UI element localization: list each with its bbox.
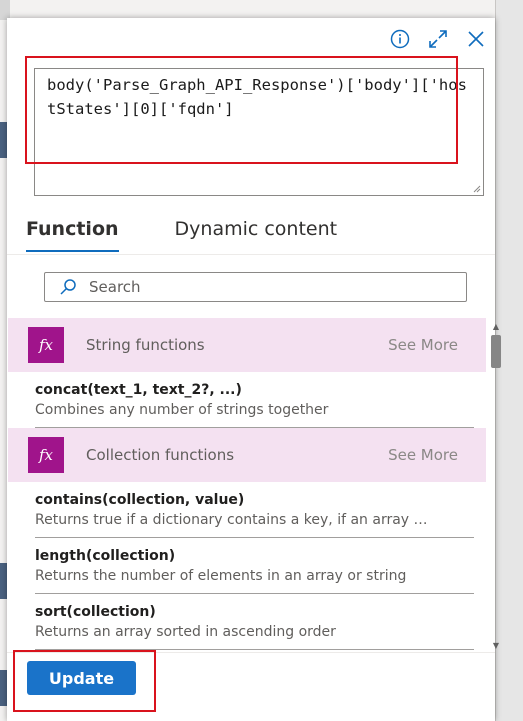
- function-name: contains(collection, value): [35, 492, 245, 508]
- update-button[interactable]: Update: [27, 661, 136, 695]
- expression-editor-popup: body('Parse_Graph_API_Response')['body']…: [7, 18, 501, 721]
- category-string-functions[interactable]: fx String functions See More: [8, 318, 486, 372]
- fx-icon: fx: [28, 327, 64, 363]
- fx-icon: fx: [28, 437, 64, 473]
- scrollbar-thumb[interactable]: [491, 335, 501, 368]
- expand-icon[interactable]: [427, 28, 449, 50]
- function-description: Combines any number of strings together: [35, 402, 329, 418]
- search-icon: [53, 272, 83, 302]
- category-collection-functions[interactable]: fx Collection functions See More: [8, 428, 486, 482]
- list-item-function[interactable]: concat(text_1, text_2?, ...) Combines an…: [8, 372, 486, 428]
- function-list: fx String functions See More concat(text…: [8, 318, 486, 653]
- search-input[interactable]: [87, 277, 451, 297]
- resize-grip-icon[interactable]: [471, 183, 481, 193]
- function-description: Returns the number of elements in an arr…: [35, 568, 407, 584]
- close-icon[interactable]: [465, 28, 487, 50]
- list-item-function[interactable]: contains(collection, value) Returns true…: [8, 482, 486, 538]
- function-name: concat(text_1, text_2?, ...): [35, 382, 242, 398]
- see-more-link[interactable]: See More: [388, 336, 458, 354]
- search-box: [44, 272, 467, 302]
- category-label: String functions: [86, 336, 205, 354]
- tab-function[interactable]: Function: [26, 218, 119, 252]
- tab-bar: Function Dynamic content: [26, 218, 393, 252]
- function-name: sort(collection): [35, 604, 156, 620]
- function-name: length(collection): [35, 548, 176, 564]
- category-label: Collection functions: [86, 446, 235, 464]
- list-scrollbar[interactable]: ▲ ▼: [489, 318, 501, 653]
- list-item-function[interactable]: sort(collection) Returns an array sorted…: [8, 594, 486, 650]
- footer-divider: [7, 652, 495, 653]
- tab-dynamic-content[interactable]: Dynamic content: [175, 218, 338, 252]
- header-icons: [389, 28, 487, 50]
- tabs-divider: [7, 254, 495, 255]
- scroll-up-icon[interactable]: ▲: [491, 320, 501, 332]
- function-description: Returns an array sorted in ascending ord…: [35, 624, 336, 640]
- info-icon[interactable]: [389, 28, 411, 50]
- background-panel: [0, 0, 10, 20]
- list-item-function[interactable]: length(collection) Returns the number of…: [8, 538, 486, 594]
- scroll-down-icon[interactable]: ▼: [491, 639, 501, 651]
- function-description: Returns true if a dictionary contains a …: [35, 512, 435, 528]
- expression-input[interactable]: body('Parse_Graph_API_Response')['body']…: [34, 68, 484, 196]
- expression-text[interactable]: body('Parse_Graph_API_Response')['body']…: [47, 73, 475, 121]
- see-more-link[interactable]: See More: [388, 446, 458, 464]
